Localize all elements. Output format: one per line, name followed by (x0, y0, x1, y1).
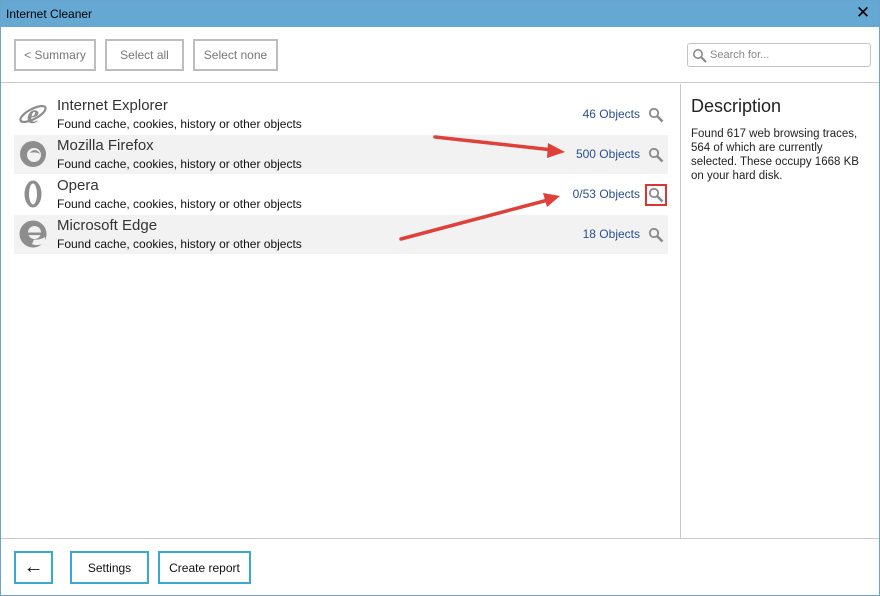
edge-icon (19, 220, 47, 248)
browser-row-edge[interactable]: Microsoft Edge Found cache, cookies, his… (14, 215, 668, 254)
browser-row-firefox[interactable]: Mozilla Firefox Found cache, cookies, hi… (14, 135, 668, 174)
object-count-link[interactable]: 46 Objects (583, 107, 640, 121)
browser-description: Found cache, cookies, history or other o… (57, 197, 302, 211)
magnifier-icon[interactable] (645, 144, 667, 166)
magnifier-icon[interactable] (645, 224, 667, 246)
browser-description: Found cache, cookies, history or other o… (57, 157, 302, 171)
browser-description: Found cache, cookies, history or other o… (57, 237, 302, 251)
search-icon (693, 49, 707, 63)
description-text: Found 617 web browsing traces, 564 of wh… (691, 128, 859, 182)
browser-row-internet-explorer[interactable]: e Internet Explorer Found cache, cookies… (14, 95, 668, 134)
internet-explorer-icon: e (19, 99, 47, 129)
object-count-link[interactable]: 18 Objects (583, 227, 640, 241)
description-panel: Description Found 617 web browsing trace… (680, 84, 879, 538)
create-report-button[interactable]: Create report (158, 551, 251, 584)
title-bar: Internet Cleaner ✕ (1, 1, 879, 27)
toolbar: < Summary Select all Select none (1, 27, 879, 83)
browser-name: Mozilla Firefox (57, 137, 154, 154)
magnifier-icon[interactable] (645, 184, 667, 206)
opera-icon (24, 180, 42, 208)
browser-name: Microsoft Edge (57, 217, 158, 234)
browser-row-opera[interactable]: Opera Found cache, cookies, history or o… (14, 175, 668, 214)
close-icon[interactable]: ✕ (855, 4, 871, 22)
browser-description: Found cache, cookies, history or other o… (57, 117, 302, 131)
firefox-icon (20, 141, 46, 167)
svg-text:e: e (27, 99, 39, 129)
magnifier-icon[interactable] (645, 104, 667, 126)
object-count-link[interactable]: 500 Objects (576, 147, 640, 161)
back-arrow-icon[interactable]: ← (14, 551, 53, 584)
internet-cleaner-window: Internet Cleaner ✕ < Summary Select all … (0, 0, 880, 596)
summary-button[interactable]: < Summary (14, 39, 96, 71)
object-count-link[interactable]: 0/53 Objects (573, 187, 640, 201)
select-all-button[interactable]: Select all (105, 39, 184, 71)
window-title: Internet Cleaner (6, 7, 93, 21)
settings-button[interactable]: Settings (70, 551, 149, 584)
search-box[interactable] (687, 43, 871, 67)
select-none-button[interactable]: Select none (193, 39, 278, 71)
browser-name: Internet Explorer (57, 97, 168, 114)
description-title: Description (691, 96, 782, 116)
search-input[interactable] (710, 47, 866, 63)
browser-list: e Internet Explorer Found cache, cookies… (1, 84, 680, 538)
footer-bar: ← Settings Create report (1, 538, 879, 595)
browser-name: Opera (57, 177, 99, 194)
